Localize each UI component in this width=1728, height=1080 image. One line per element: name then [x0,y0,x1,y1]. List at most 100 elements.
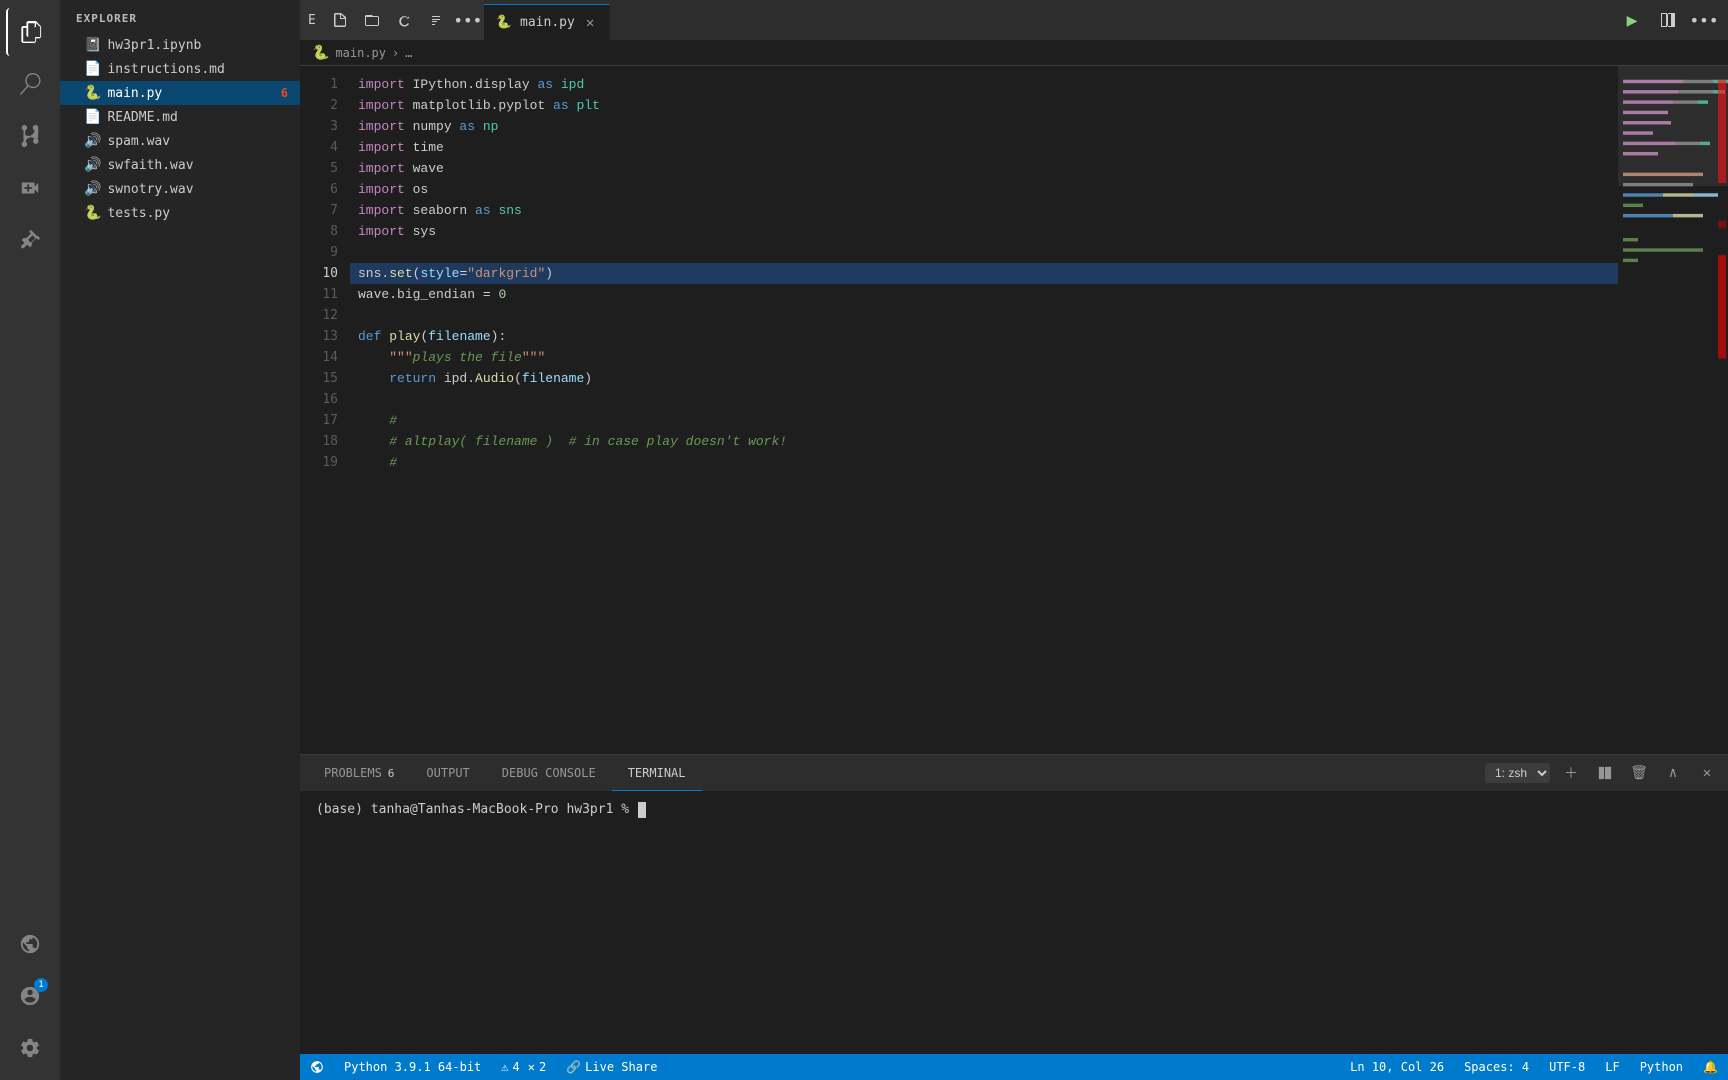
toolbar-e[interactable]: E [300,13,324,28]
code-line-8: import sys [350,221,1618,242]
activity-search[interactable] [6,60,54,108]
activity-explorer[interactable] [6,8,54,56]
code-line-11: wave.big_endian = 0 [350,284,1618,305]
activity-accounts[interactable]: 1 [6,972,54,1020]
tab-close-button[interactable]: ✕ [583,14,597,32]
file-icon-md: 📄 [84,61,101,77]
new-terminal-button[interactable]: ＋ [1558,760,1584,786]
activity-source-control[interactable] [6,112,54,160]
error-icon: ⚠ [501,1060,508,1074]
code-content[interactable]: import IPython.display as ipd import mat… [350,66,1618,754]
sidebar: EXPLORER 📓 hw3pr1.ipynb 📄 instructions.m… [60,0,300,1080]
code-line-10: sns.set(style="darkgrid") [350,263,1618,284]
close-panel-button[interactable]: ✕ [1694,760,1720,786]
file-badge-main: 6 [281,86,288,100]
status-remote-button[interactable] [300,1054,334,1080]
code-line-7: import seaborn as sns [350,200,1618,221]
file-name: hw3pr1.ipynb [107,38,201,53]
language-text: Python [1640,1060,1683,1074]
code-line-1: import IPython.display as ipd [350,74,1618,95]
file-item-instructions[interactable]: 📄 instructions.md [60,57,300,81]
terminal-prompt-line: (base) tanha@Tanhas-MacBook-Pro hw3pr1 % [316,799,1712,821]
minimap-highlight [1618,66,1728,186]
more-actions-button[interactable]: ••• [1688,4,1720,36]
breadcrumb: 🐍 main.py › … [300,40,1728,66]
split-editor-button[interactable] [1652,4,1684,36]
file-name: swfaith.wav [107,158,193,173]
status-ln-col[interactable]: Ln 10, Col 26 [1340,1054,1454,1080]
spaces-text: Spaces: 4 [1464,1060,1529,1074]
tab-main-py[interactable]: 🐍 main.py ✕ [484,4,610,40]
toolbar-new-file[interactable] [324,4,356,36]
panel-tab-terminal[interactable]: TERMINAL [612,755,702,791]
toolbar-refresh[interactable] [388,4,420,36]
code-editor[interactable]: 12345 678910 1112131415 16171819 import … [300,66,1728,754]
activity-bar: 1 [0,0,60,1080]
file-item-swfaith[interactable]: 🔊 swfaith.wav [60,153,300,177]
live-share-label: Live Share [585,1060,657,1074]
toolbar-collapse[interactable] [420,4,452,36]
file-name: swnotry.wav [107,182,193,197]
code-line-17: # [350,410,1618,431]
status-python-label: Python 3.9.1 64-bit [344,1060,481,1074]
code-line-4: import time [350,137,1618,158]
breadcrumb-path[interactable]: … [405,46,412,60]
status-live-share[interactable]: 🔗 Live Share [556,1054,667,1080]
panel-tabs: PROBLEMS 6 OUTPUT DEBUG CONSOLE TERMINAL… [300,755,1728,791]
file-item-tests[interactable]: 🐍 tests.py [60,201,300,225]
split-terminal-button[interactable] [1592,760,1618,786]
activity-run-debug[interactable] [6,164,54,212]
file-item-readme[interactable]: 📄 README.md [60,105,300,129]
toolbar-new-folder[interactable] [356,4,388,36]
code-line-2: import matplotlib.pyplot as plt [350,95,1618,116]
file-item-hw3pr1[interactable]: 📓 hw3pr1.ipynb [60,33,300,57]
kill-terminal-button[interactable]: 🗑 [1626,760,1652,786]
error-count: 4 [513,1060,520,1074]
panel-tab-output[interactable]: OUTPUT [410,755,485,791]
tab-label: main.py [520,15,575,30]
status-notification[interactable]: 🔔 [1693,1054,1728,1080]
status-spaces[interactable]: Spaces: 4 [1454,1054,1539,1080]
code-line-19: # [350,452,1618,473]
breadcrumb-sep: › [392,46,399,60]
activity-extensions[interactable] [6,216,54,264]
status-language[interactable]: Python [1630,1054,1693,1080]
file-icon-py: 🐍 [84,85,101,101]
file-name: main.py [107,86,162,101]
eol-text: LF [1605,1060,1619,1074]
file-icon-ipynb: 📓 [84,37,101,53]
panel: PROBLEMS 6 OUTPUT DEBUG CONSOLE TERMINAL… [300,754,1728,1054]
maximize-panel-button[interactable]: ∧ [1660,760,1686,786]
code-line-18: # altplay( filename ) # in case play doe… [350,431,1618,452]
status-eol[interactable]: LF [1595,1054,1629,1080]
status-python[interactable]: Python 3.9.1 64-bit [334,1054,491,1080]
editor-area: E ••• 🐍 main.py ✕ [300,0,1728,1080]
code-line-3: import numpy as np [350,116,1618,137]
live-share-icon: 🔗 [566,1060,581,1074]
panel-tab-output-label: OUTPUT [426,766,469,780]
terminal-cursor [638,802,646,818]
status-errors[interactable]: ⚠ 4 ✕ 2 [491,1054,556,1080]
status-encoding[interactable]: UTF-8 [1539,1054,1595,1080]
minimap [1618,66,1728,754]
status-left: Python 3.9.1 64-bit ⚠ 4 ✕ 2 🔗 Live Share [300,1054,667,1080]
activity-remote[interactable] [6,920,54,968]
breadcrumb-file[interactable]: main.py [335,46,386,60]
run-button[interactable]: ▶ [1616,4,1648,36]
file-item-swnotry[interactable]: 🔊 swnotry.wav [60,177,300,201]
status-right: Ln 10, Col 26 Spaces: 4 UTF-8 LF Python … [1340,1054,1728,1080]
file-icon-md2: 📄 [84,109,101,125]
accounts-badge: 1 [34,978,48,992]
file-item-spam[interactable]: 🔊 spam.wav [60,129,300,153]
file-icon-py2: 🐍 [84,205,101,221]
terminal-shell-selector[interactable]: 1: zsh [1485,763,1550,783]
panel-tab-problems[interactable]: PROBLEMS 6 [308,755,410,791]
status-bar: Python 3.9.1 64-bit ⚠ 4 ✕ 2 🔗 Live Share… [300,1054,1728,1080]
panel-tab-debug[interactable]: DEBUG CONSOLE [486,755,612,791]
toolbar-more[interactable]: ••• [452,4,484,36]
activity-settings[interactable] [6,1024,54,1072]
panel-tab-problems-label: PROBLEMS [324,766,382,780]
terminal-content[interactable]: (base) tanha@Tanhas-MacBook-Pro hw3pr1 % [300,791,1728,1054]
code-line-16 [350,389,1618,410]
file-item-main[interactable]: 🐍 main.py 6 [60,81,300,105]
